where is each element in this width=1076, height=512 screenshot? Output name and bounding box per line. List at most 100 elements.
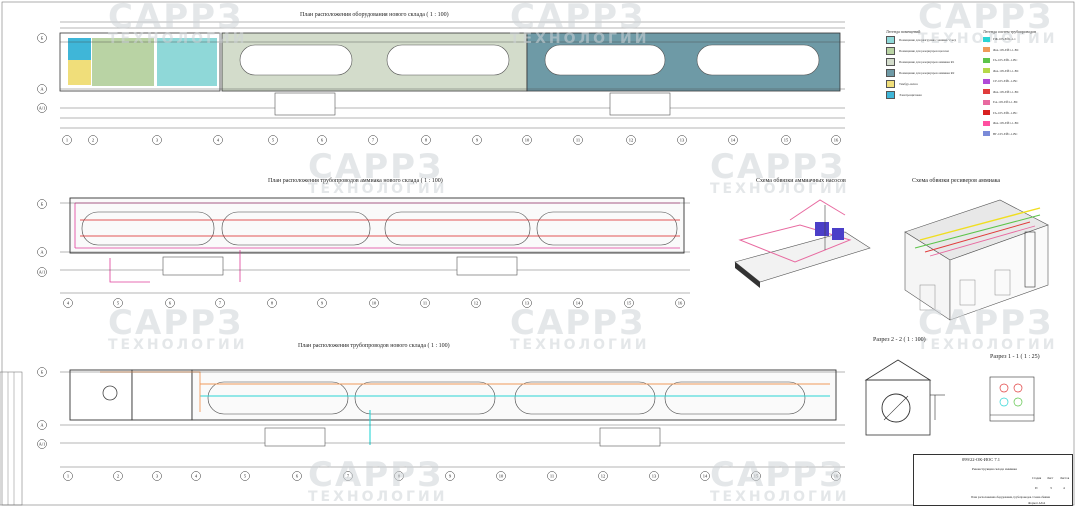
axis-label: 14 — [731, 138, 736, 143]
sheets-value: 4 — [1063, 486, 1065, 490]
watermark: САРРЗТЕХНОЛОГИИ — [510, 303, 650, 353]
axis-bubble: Б — [37, 199, 47, 209]
axis-bubble: 14 — [700, 471, 710, 481]
legend-swatch — [886, 79, 895, 88]
axis-bubble: 1 — [62, 135, 72, 145]
axis-bubble: А/1 — [37, 103, 47, 113]
axis-bubble: А/1 — [37, 439, 47, 449]
axis-bubble: 11 — [547, 471, 557, 481]
axis-label: 2 — [92, 138, 94, 143]
axis-label: А/1 — [39, 270, 46, 275]
axis-label: Б — [41, 36, 44, 41]
watermark: САРРЗТЕХНОЛОГИИ — [308, 455, 448, 505]
axis-bubble: 6 — [317, 135, 327, 145]
object-name: Реконструкция склада аммиака — [972, 467, 1018, 471]
watermark: САРРЗТЕХНОЛОГИИ — [918, 303, 1058, 353]
axis-label: Б — [41, 370, 44, 375]
axis-label: 10 — [372, 301, 377, 306]
axis-bubble: 3 — [152, 135, 162, 145]
axis-bubble: А/1 — [37, 267, 47, 277]
axis-bubble: 16 — [831, 135, 841, 145]
pipe-swatch — [983, 99, 990, 105]
watermark: САРРЗТЕХНОЛОГИИ — [510, 0, 650, 47]
sheet-value: 3 — [1050, 486, 1052, 490]
pipe-swatch — [983, 89, 990, 94]
axis-bubble: 13 — [677, 135, 687, 145]
axis-bubble: 4 — [191, 471, 201, 481]
axis-bubble: 13 — [649, 471, 659, 481]
axis-label: 16 — [678, 301, 683, 306]
axis-label: 12 — [629, 138, 634, 143]
pipes-legend-item: ЖА-105-ЕЙ1-1-ВС — [983, 89, 1019, 95]
legend-label: Помещение для разгрузки с машин / с ж/д — [899, 37, 957, 42]
drawing-canvas: 1 2 3 4 5 6 7 8 9 10 11 12 13 14 15 16БАА/14 5 6 7 8 9 10 11 12… — [0, 1, 1075, 506]
axis-bubble: 10 — [369, 298, 379, 308]
pipe-label: ЖА-105-ЕЙ1-1-ВС — [993, 121, 1019, 125]
pipes-legend-item: ЖА-105-ЕЙ1-1-ВС — [983, 120, 1019, 126]
axis-label: 11 — [576, 138, 580, 143]
pipes-legend-item: ЕА-105-ЕЙ1-1-ВС — [983, 99, 1018, 105]
axis-label: 10 — [525, 138, 530, 143]
axis-bubble: 14 — [728, 135, 738, 145]
legend-label: Помещение для резервуаров аммиака R1 — [899, 59, 955, 64]
pipe-label: ЖА-105-ЕЙ1-1-ВС — [993, 68, 1019, 73]
pipe-label: ЕА-105-ЕЙ1-1-ВС — [993, 100, 1018, 104]
sheet-format: Формат А3х4 — [1028, 501, 1046, 505]
plan-ammonia-title: План расположения трубопроводов аммиака … — [268, 178, 443, 184]
receiver-scheme-title: Схема обвязки ресиверов аммиака — [912, 178, 1001, 184]
plan-equipment-title: План расположения оборудования нового ск… — [300, 12, 449, 18]
pipes-legend-item: ГЖ-105-ЕЙ1-1-1 — [983, 36, 1016, 42]
receiver-scheme-3d — [904, 199, 1049, 321]
axis-bubble: 16 — [675, 298, 685, 308]
axis-label: 1 — [67, 474, 69, 479]
axis-bubble: А — [37, 84, 47, 94]
pipe-swatch — [983, 47, 990, 52]
legend-swatch — [886, 57, 895, 66]
pipe-swatch — [983, 110, 990, 115]
axis-label: 15 — [784, 138, 789, 143]
axis-label: 2 — [117, 474, 119, 479]
pipe-label: ГЖ-105-ЕЙ1-1-1 — [993, 37, 1016, 41]
pipes-legend-item: ВГ-105-ЕЙ1-1-ВС — [983, 131, 1018, 137]
axis-label: 13 — [652, 474, 657, 479]
axis-bubble: Б — [37, 33, 47, 43]
pipe-label: СР-105-ЕЙ1-1-ВС — [993, 79, 1018, 83]
legend-swatch — [886, 35, 895, 44]
watermark: САРРЗТЕХНОЛОГИИ — [710, 455, 850, 505]
pipe-label: ЖА-105-ЕЙ1-1-ВС — [993, 89, 1019, 94]
pipe-swatch — [983, 131, 990, 136]
sheets-label: Листов — [1060, 476, 1070, 480]
title-block: 099/22-ОК-ИОС 7.1 Реконструкция склада а… — [913, 454, 1073, 506]
pipe-swatch — [983, 36, 990, 42]
pipes-legend-item: ЖА-105-ЕЙ1-1-ВС — [983, 68, 1019, 74]
pipe-swatch — [983, 78, 990, 84]
pipe-swatch — [983, 68, 990, 73]
axis-bubble: 5 — [240, 471, 250, 481]
stage-label: Стадия — [1032, 476, 1042, 480]
sheet-label: Лист — [1047, 476, 1054, 480]
pipe-label: ГА-105-ЕЙ1-1-ВС — [993, 110, 1018, 115]
pipe-swatch — [983, 120, 990, 126]
axis-bubble: 9 — [317, 298, 327, 308]
axis-bubble: А — [37, 247, 47, 257]
axis-label: 12 — [601, 474, 606, 479]
axis-bubble: 6 — [292, 471, 302, 481]
legend-swatch — [886, 68, 895, 77]
stage-value: П — [1035, 486, 1038, 490]
pipes-legend-item: ЖА-105-ЕЙ1-1-ВС — [983, 47, 1019, 53]
axis-bubble: 10 — [522, 135, 532, 145]
legend-swatch — [886, 90, 895, 99]
axis-bubble: Б — [37, 367, 47, 377]
watermark: САРРЗТЕХНОЛОГИИ — [108, 0, 248, 47]
axis-bubble: 8 — [267, 298, 277, 308]
plan-all-pipes — [60, 369, 845, 468]
pipe-label: ВГ-105-ЕЙ1-1-ВС — [993, 131, 1018, 136]
watermark: САРРЗТЕХНОЛОГИИ — [108, 303, 248, 353]
rooms-legend-item: Помещение для резервуаров аммиака R2 — [886, 68, 955, 77]
drawing-sheet: 1 2 3 4 5 6 7 8 9 10 11 12 13 14 15 16 Б А А/1 4 5 6 7 8 9 10 11 12… — [0, 0, 1076, 507]
rooms-legend-item: Помещение для резервуаров щелочи — [886, 46, 949, 55]
axis-bubble: А — [37, 420, 47, 430]
axis-label: 1 — [66, 138, 68, 143]
rooms-legend-item: Электрощитовая — [886, 90, 922, 99]
legend-label: Помещение для резервуаров аммиака R2 — [899, 70, 955, 75]
